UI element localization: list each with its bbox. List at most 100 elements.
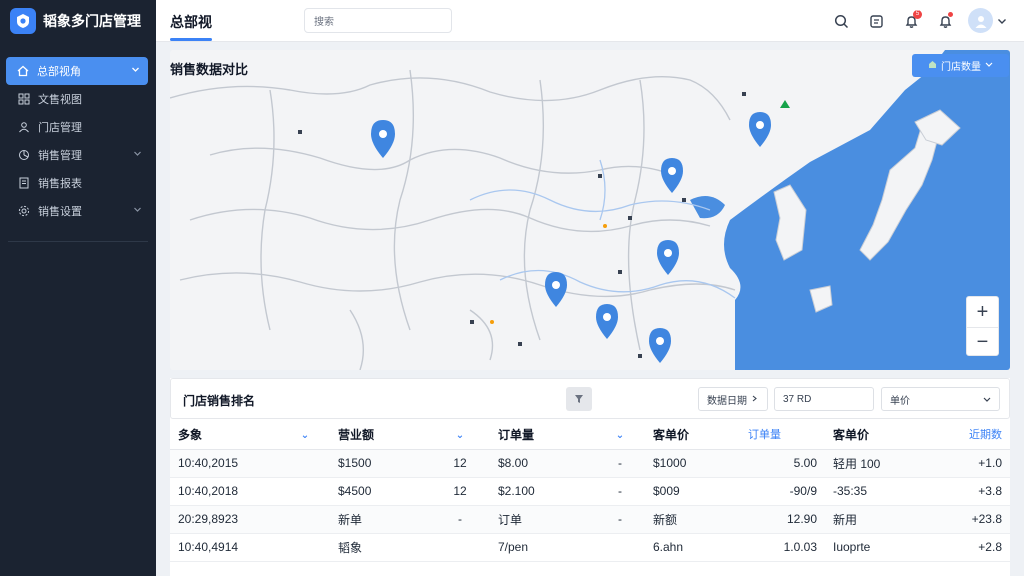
filter-icon[interactable]: [566, 387, 592, 411]
sidebar-item-label: 销售报表: [38, 178, 82, 190]
map-title: 销售数据对比: [170, 62, 249, 77]
store-pin: [749, 112, 771, 147]
table-cell: 20:29,8923: [170, 505, 280, 534]
store-ranking-panel: 门店销售排名 数据日期 37 RD 单价 多象 ⌄ 营业额 ⌄ 订单量 ⌄ 客单…: [170, 378, 1010, 576]
china-map[interactable]: [170, 50, 1010, 370]
brand[interactable]: 韬象多门店管理: [0, 0, 156, 42]
table-cell: 7/pen: [490, 533, 595, 562]
table-cell: +23.8: [925, 505, 1010, 534]
filter-bar: 门店销售排名 数据日期 37 RD 单价: [170, 378, 1010, 419]
grid-icon: [18, 93, 30, 105]
table-cell: 5.00: [740, 449, 825, 478]
chevron-down-icon[interactable]: [994, 10, 1010, 32]
sidebar-item-sales-management[interactable]: 销售管理: [0, 141, 156, 169]
zoom-out-button[interactable]: −: [967, 327, 998, 357]
store-pin: [657, 240, 679, 275]
sidebar-item-label: 门店管理: [38, 122, 82, 134]
gear-icon: [18, 205, 30, 217]
store-pin: [661, 158, 683, 193]
table-cell: -35:35: [825, 477, 925, 506]
date-filter-label: 数据日期: [707, 395, 747, 407]
date-filter-button[interactable]: 数据日期: [698, 387, 768, 411]
table-header-row: 多象 ⌄ 营业额 ⌄ 订单量 ⌄ 客单价 订单量 客单价 近期数: [170, 420, 1010, 450]
sidebar-item-label: 销售设置: [38, 206, 82, 218]
price-select[interactable]: 单价: [881, 387, 1000, 411]
column-header[interactable]: 营业额: [330, 420, 430, 450]
table-cell: 12: [430, 477, 490, 506]
table-cell: $009: [645, 477, 740, 506]
users-icon: [18, 121, 30, 133]
table-cell: 12: [430, 449, 490, 478]
chart-icon: [18, 149, 30, 161]
table-row[interactable]: 20:29,8923 新单 - 订单 - 新额 12.90 新用 +23.8: [170, 505, 1010, 534]
table-cell: +1.0: [925, 449, 1010, 478]
sort-chevron-icon[interactable]: ⌄: [595, 420, 645, 450]
table-cell: 1.0.03: [740, 533, 825, 562]
zoom-in-button[interactable]: +: [967, 297, 998, 327]
table-cell: $8.00: [490, 449, 595, 478]
alert-dot: [948, 12, 953, 17]
notification-badge: 5: [913, 10, 922, 19]
active-tab-indicator: [170, 38, 212, 41]
sidebar-item-sales-view[interactable]: 文售视图: [0, 85, 156, 113]
chevron-down-icon: [983, 395, 991, 406]
search-input[interactable]: [304, 8, 452, 33]
store-icon: [928, 60, 937, 72]
divider: [8, 241, 148, 242]
sort-chevron-icon[interactable]: ⌄: [280, 420, 330, 450]
table-cell: 轻用 100: [825, 449, 925, 478]
price-select-value: 单价: [890, 395, 910, 407]
column-header[interactable]: 订单量: [490, 420, 595, 450]
column-header[interactable]: 客单价: [645, 420, 740, 450]
sidebar-item-store-management[interactable]: 门店管理: [0, 113, 156, 141]
table-cell: 10:40,2015: [170, 449, 280, 478]
sidebar-item-sales-settings[interactable]: 销售设置: [0, 197, 156, 225]
table-cell: $1000: [645, 449, 740, 478]
sidebar: 韬象多门店管理 总部视角 文售视图 门店管理 销售管理 销售报表 销售设置: [0, 0, 156, 576]
store-count-dropdown[interactable]: 门店数量: [912, 54, 1009, 77]
sort-chevron-icon[interactable]: ⌄: [430, 420, 490, 450]
city-dot: [603, 224, 607, 228]
column-header[interactable]: 订单量: [740, 420, 825, 450]
alert-bell-icon[interactable]: [934, 10, 956, 32]
page-title: 总部视: [170, 14, 212, 30]
table-row[interactable]: 10:40,4914 韬象 7/pen 6.ahn 1.0.03 Iuoprte…: [170, 533, 1010, 562]
search-icon[interactable]: [830, 10, 852, 32]
table-cell: $2.100: [490, 477, 595, 506]
tree-icon: [780, 100, 790, 108]
bell-icon[interactable]: 5: [900, 10, 922, 32]
table-title: 门店销售排名: [183, 394, 256, 408]
table-cell: -: [595, 477, 645, 506]
table-cell: 新额: [645, 505, 740, 534]
table-cell: +3.8: [925, 477, 1010, 506]
table-row[interactable]: 10:40,2018 $4500 12 $2.100 - $009 -90/9 …: [170, 477, 1010, 506]
brand-title: 韬象多门店管理: [43, 13, 141, 29]
table-cell: -: [595, 505, 645, 534]
amount-filter-input[interactable]: 37 RD: [774, 387, 874, 411]
avatar[interactable]: [968, 8, 993, 33]
column-header[interactable]: 近期数: [925, 420, 1010, 450]
table-cell: -: [430, 505, 490, 534]
sidebar-item-label: 销售管理: [38, 150, 82, 162]
top-header: 总部视 5: [156, 0, 1024, 42]
chevron-right-icon: [751, 394, 758, 405]
message-icon[interactable]: [865, 10, 887, 32]
store-pin: [596, 304, 618, 339]
table-cell: 10:40,2018: [170, 477, 280, 506]
sidebar-item-overview[interactable]: 总部视角: [6, 57, 148, 85]
sidebar-item-sales-report[interactable]: 销售报表: [0, 169, 156, 197]
store-pins[interactable]: [371, 112, 771, 363]
table-cell: -90/9: [740, 477, 825, 506]
column-header[interactable]: 多象: [170, 420, 280, 450]
province-borders: [170, 69, 736, 370]
chevron-down-icon: [133, 205, 142, 217]
table-cell: +2.8: [925, 533, 1010, 562]
table-cell: 6.ahn: [645, 533, 740, 562]
table-cell: 韬象: [330, 533, 430, 562]
table-cell: -: [595, 449, 645, 478]
amount-filter-value: 37 RD: [783, 393, 812, 405]
table-row[interactable]: 10:40,2015 $1500 12 $8.00 - $1000 5.00 轻…: [170, 449, 1010, 478]
table-cell: Iuoprte: [825, 533, 925, 562]
store-count-label: 门店数量: [941, 62, 981, 73]
column-header[interactable]: 客单价: [825, 420, 925, 450]
